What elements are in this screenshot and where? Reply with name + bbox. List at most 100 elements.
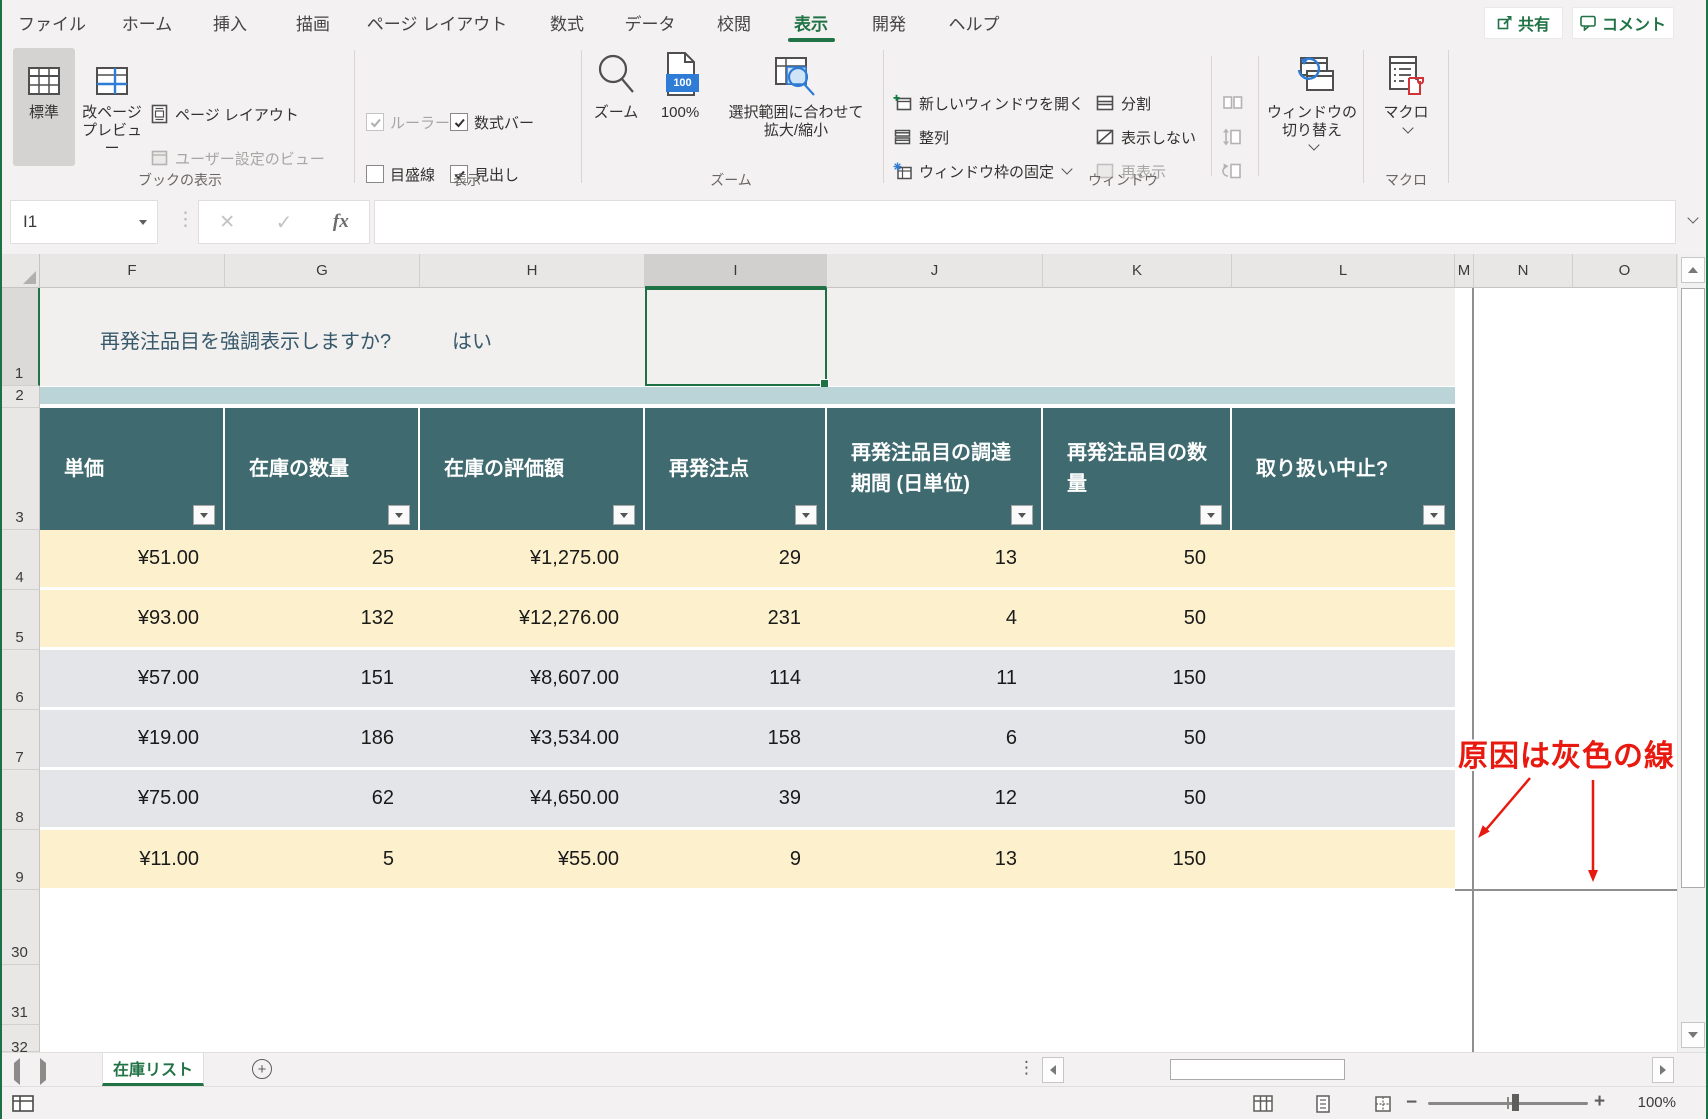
cell[interactable]: 25 — [225, 530, 420, 587]
view-side-by-side-icon[interactable] — [1222, 94, 1244, 117]
zoom-level-label[interactable]: 100% — [1616, 1094, 1676, 1111]
selected-cell-I1[interactable] — [645, 288, 829, 388]
table-header-discontinued[interactable]: 取り扱い中止? — [1232, 408, 1455, 530]
cell[interactable]: 50 — [1043, 770, 1232, 827]
zoom-slider-thumb[interactable] — [1512, 1094, 1519, 1111]
hide-window-button[interactable]: 表示しない — [1095, 125, 1196, 149]
new-sheet-button[interactable]: + — [252, 1059, 272, 1079]
cell[interactable]: ¥8,607.00 — [420, 650, 645, 707]
cell[interactable]: 13 — [827, 530, 1043, 587]
zoom-button[interactable]: ズーム — [586, 48, 646, 166]
row-header-8[interactable]: 8 — [0, 770, 40, 830]
vertical-scrollbar[interactable] — [1677, 254, 1708, 1052]
cell[interactable]: 9 — [645, 830, 827, 888]
normal-view-status-button[interactable] — [1244, 1091, 1282, 1116]
cell[interactable]: 4 — [827, 590, 1043, 647]
column-header-I[interactable]: I — [645, 254, 827, 288]
row-header-7[interactable]: 7 — [0, 710, 40, 770]
cell[interactable]: ¥3,534.00 — [420, 710, 645, 767]
switch-windows-button[interactable]: ウィンドウの 切り替え — [1266, 48, 1358, 166]
page-break-preview-button[interactable]: 改ページ プレビュー — [77, 48, 147, 166]
zoom-out-button[interactable]: − — [1406, 1092, 1417, 1114]
cell[interactable]: ¥75.00 — [40, 770, 225, 827]
macros-button[interactable]: マクロ — [1372, 48, 1440, 166]
cell[interactable]: ¥4,650.00 — [420, 770, 645, 827]
formula-input[interactable] — [374, 200, 1676, 244]
horizontal-scrollbar-thumb[interactable] — [1170, 1059, 1345, 1080]
column-header-F[interactable]: F — [40, 254, 225, 288]
filter-button[interactable] — [1423, 505, 1445, 525]
scroll-down-button[interactable] — [1681, 1022, 1705, 1048]
filter-button[interactable] — [1200, 505, 1222, 525]
arrange-all-button[interactable]: 整列 — [893, 125, 949, 149]
formula-bar-checkbox-item[interactable]: 数式バー — [450, 110, 534, 134]
cell[interactable]: ¥1,275.00 — [420, 530, 645, 587]
page-layout-view-button[interactable]: ページ レイアウト — [150, 102, 299, 126]
cell[interactable]: 50 — [1043, 590, 1232, 647]
tab-page-layout[interactable]: ページ レイアウト — [367, 0, 507, 44]
status-sheet-icon[interactable] — [12, 1095, 34, 1113]
cell[interactable]: 5 — [225, 830, 420, 888]
vertical-scrollbar-thumb[interactable] — [1681, 288, 1705, 888]
row-header-9[interactable]: 9 — [0, 830, 40, 890]
ruler-checkbox[interactable] — [366, 113, 384, 131]
tab-insert[interactable]: 挿入 — [213, 0, 247, 44]
tab-file[interactable]: ファイル — [18, 0, 86, 44]
comment-button[interactable]: コメント — [1572, 7, 1674, 39]
row-header-2[interactable]: 2 — [0, 386, 40, 408]
cell[interactable]: 13 — [827, 830, 1043, 888]
share-button[interactable]: 共有 — [1484, 7, 1563, 39]
cell[interactable] — [1232, 530, 1455, 587]
row-header-6[interactable]: 6 — [0, 650, 40, 710]
gridlines-checkbox-item[interactable]: 目盛線 — [366, 162, 435, 186]
tab-data[interactable]: データ — [625, 0, 676, 44]
tab-developer[interactable]: 開発 — [872, 0, 906, 44]
row-header-5[interactable]: 5 — [0, 590, 40, 650]
column-header-H[interactable]: H — [420, 254, 645, 288]
cell[interactable]: ¥12,276.00 — [420, 590, 645, 647]
cell[interactable]: 50 — [1043, 530, 1232, 587]
split-button[interactable]: 分割 — [1095, 91, 1151, 115]
cell[interactable]: 114 — [645, 650, 827, 707]
scroll-up-button[interactable] — [1681, 257, 1705, 283]
sheet-nav-right-icon[interactable] — [40, 1058, 46, 1085]
column-header-N[interactable]: N — [1474, 254, 1573, 288]
select-all-corner[interactable] — [0, 254, 40, 288]
cell[interactable]: 150 — [1043, 650, 1232, 707]
enter-icon[interactable]: ✓ — [276, 210, 293, 235]
synchronous-scrolling-icon[interactable] — [1222, 128, 1244, 151]
zoom-in-button[interactable]: + — [1594, 1091, 1605, 1113]
cell[interactable] — [1232, 650, 1455, 707]
cell[interactable]: 132 — [225, 590, 420, 647]
cell[interactable]: ¥55.00 — [420, 830, 645, 888]
hscroll-left-button[interactable] — [1042, 1057, 1064, 1083]
cell[interactable] — [1232, 710, 1455, 767]
cell[interactable]: ¥57.00 — [40, 650, 225, 707]
tab-home[interactable]: ホーム — [122, 0, 173, 44]
table-header-inventory-value[interactable]: 在庫の評価額 — [420, 408, 645, 530]
tab-formulas[interactable]: 数式 — [550, 0, 584, 44]
cell[interactable]: 11 — [827, 650, 1043, 707]
expand-formula-bar-icon[interactable] — [1687, 212, 1699, 224]
zoom-100-button[interactable]: 100 100% — [650, 48, 710, 166]
filter-button[interactable] — [1011, 505, 1033, 525]
filter-button[interactable] — [388, 505, 410, 525]
name-box[interactable]: I1 — [10, 200, 158, 244]
cell[interactable]: 6 — [827, 710, 1043, 767]
tab-scrollbar-splitter[interactable]: ⋮ — [1018, 1058, 1035, 1078]
filter-button[interactable] — [193, 505, 215, 525]
normal-view-button[interactable]: 標準 — [13, 48, 75, 166]
reset-window-position-icon[interactable] — [1222, 162, 1244, 185]
column-header-J[interactable]: J — [827, 254, 1043, 288]
formula-bar-splitter[interactable]: ⋮ — [176, 208, 195, 231]
freeze-panes-button[interactable]: ウィンドウ枠の固定 — [893, 159, 1073, 183]
page-layout-status-button[interactable] — [1304, 1091, 1342, 1116]
cell[interactable]: 186 — [225, 710, 420, 767]
row-header-32[interactable]: 32 — [0, 1025, 40, 1056]
cell[interactable]: ¥19.00 — [40, 710, 225, 767]
row-header-1[interactable]: 1 — [0, 288, 40, 386]
tab-review[interactable]: 校閲 — [717, 0, 751, 44]
column-header-K[interactable]: K — [1043, 254, 1232, 288]
tab-help[interactable]: ヘルプ — [949, 0, 1000, 44]
cell[interactable]: 151 — [225, 650, 420, 707]
